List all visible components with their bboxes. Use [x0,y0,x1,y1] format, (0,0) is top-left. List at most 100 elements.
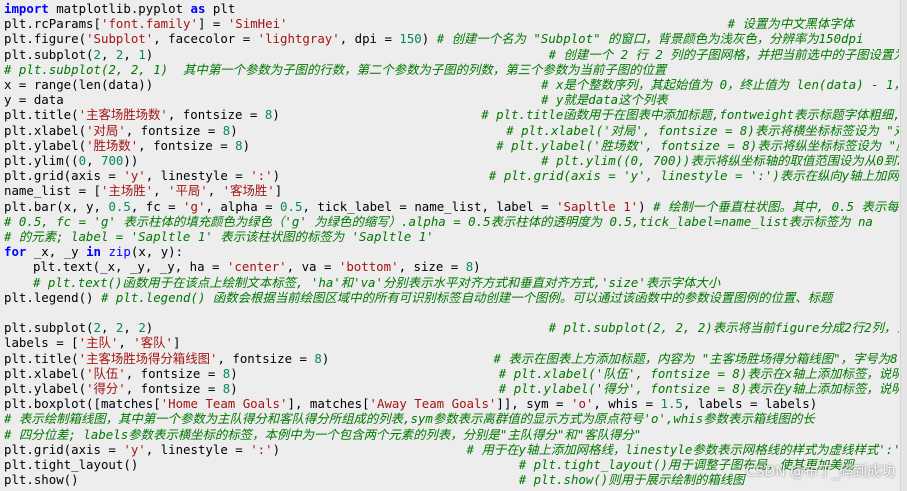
code-text: plt.xlabel( [4,365,87,381]
alignment-space [153,77,541,92]
code-line[interactable]: plt.grid(axis = 'y', linestyle = ':') # … [4,168,899,183]
code-line[interactable]: plt.ylim((0, 700)) # plt.ylim((0, 700))表… [4,153,899,168]
string-literal: 'bottom' [338,259,399,275]
code-line[interactable]: plt.rcParams['font.family'] = 'SimHei' #… [4,16,899,31]
string-literal: 'center' [226,259,287,275]
code-line[interactable]: plt.title('主客场胜场得分箱线图', fontsize = 8) # … [4,351,899,366]
code-text: ) [473,259,481,275]
code-text: plt.ylim(( [4,153,79,168]
csdn-watermark: CSDN @布丁_码到成功 [745,464,895,480]
code-line[interactable]: labels = ['主队', '客队'] [4,335,899,350]
number-literal: 150 [399,31,422,47]
string-literal: 'o' [570,396,594,412]
code-text: , fontsize = [167,107,265,123]
string-literal: 'Away Team Goals' [369,396,497,412]
alignment-space [288,16,728,31]
keyword: for [4,244,27,260]
code-line[interactable]: plt.legend() # plt.legend() 函数会根据当前绘图区域中… [4,290,899,305]
code-text: y = data [4,92,64,108]
code-text: plt.title( [4,350,79,366]
string-literal: '主场胜' [100,183,154,199]
code-line[interactable]: plt.ylabel('得分', fontsize = 8) # plt.yla… [4,381,899,396]
code-text: , fontsize = [125,122,223,138]
comment: # 设置为中文黑体字体 [727,16,855,32]
code-line[interactable] [4,305,899,320]
code-text: , [123,320,139,336]
comment: # plt.subplot(2, 2, 2)表示将当前figure分成2行2列，… [548,320,899,336]
string-literal: ':' [250,168,273,184]
code-line[interactable]: plt.figure('Subplot', facecolor = 'light… [4,31,899,46]
alignment-space [329,351,493,366]
code-line[interactable]: # plt.text()函数用于在该点上绘制文本标签, 'ha'和'va'分别表… [4,275,899,290]
alignment-space [153,47,548,62]
string-literal: '主队' [78,335,119,351]
code-text: ] = [197,16,228,32]
code-text: ) [638,198,654,214]
code-line[interactable]: # 四分位差; labels参数表示横坐标的标签，本例中为一个包含两个元素的列表… [4,427,899,442]
code-line[interactable]: import matplotlib.pyplot as plt [4,1,899,16]
code-line[interactable]: plt.title('主客场胜场数', fontsize = 8) # plt.… [4,107,899,122]
code-text: plt.ylabel( [4,137,87,153]
comment: # plt.legend() 函数会根据当前绘图区域中的所有可识别标签自动创建一… [100,289,833,305]
code-text: plt.grid(axis = [4,441,124,457]
code-text: , [101,46,116,62]
code-text: )) [123,153,139,168]
code-text: , size = [398,259,466,275]
code-text: ) [230,365,238,381]
code-text: , dpi = [339,31,400,47]
code-text: , labels = labels) [682,396,818,412]
code-line[interactable]: plt.bar(x, y, 0.5, fc = 'g', alpha = 0.5… [4,199,899,214]
code-text: , fontsize = [125,381,223,396]
code-text: , tick_label = name_list, label = [302,198,557,214]
string-literal: '得分' [86,381,126,396]
code-line[interactable]: plt.grid(axis = 'y', linestyle = ':') # … [4,442,899,457]
number-literal: 8 [235,137,243,153]
code-text: plt.subplot( [4,46,94,62]
code-line[interactable]: plt.text(_x, _y, _y, ha = 'center', va =… [4,259,899,274]
code-text: ) [230,122,238,138]
string-literal: '主客场胜场得分箱线图' [78,350,218,366]
code-text: plt.subplot( [4,320,94,336]
code-text: labels = [ [4,335,79,351]
comment: # 用于在y轴上添加网格线，linestyle参数表示网格线的样式为虚线样式':… [466,441,899,457]
string-literal: '客场胜' [222,183,275,199]
string-literal: '主客场胜场数' [78,107,168,123]
code-text: plt.show() [4,472,79,488]
code-line[interactable]: y = data # y就是data这个列表 [4,92,899,107]
comment: # 绘制一个垂直柱状图。其中, 0.5 表示每个 [653,198,899,214]
code-line[interactable]: plt.ylabel('胜场数', fontsize = 8) # plt.yl… [4,138,899,153]
code-text: matplotlib.pyplot [48,1,191,16]
comment: # plt.ylabel('得分', fontsize = 8)表示在y轴上添加… [498,381,899,396]
string-literal: 'SimHei' [227,16,288,32]
code-text: , fontsize = [138,137,236,153]
string-literal: 'font.family' [100,16,198,32]
alignment-space [280,442,467,457]
code-line[interactable]: plt.subplot(2, 2, 2) # plt.subplot(2, 2,… [4,320,899,335]
code-text: name_list = [ [4,183,101,199]
vertical-scrollbar[interactable] [900,0,907,491]
code-line[interactable]: # 表示绘制箱线图，其中第一个参数为主队得分和客队得分所组成的列表,sym参数表… [4,411,899,426]
code-line[interactable]: # plt.subplot(2, 2, 1) 其中第一个参数为子图的行数，第二个… [4,62,899,77]
code-text: plt.figure( [4,31,87,47]
code-line[interactable]: name_list = ['主场胜', '平局', '客场胜'] [4,183,899,198]
code-editor[interactable]: import matplotlib.pyplot as plt plt.rcPar… [0,0,907,491]
code-line[interactable]: plt.xlabel('队伍', fontsize = 8) # plt.xla… [4,366,899,381]
code-line[interactable]: plt.xlabel('对局', fontsize = 8) # plt.xla… [4,123,899,138]
code-line[interactable]: # 0.5, fc = 'g' 表示柱体的填充颜色为绿色（'g' 为绿色的缩写）… [4,214,899,229]
comment: # plt.ylim((0, 700))表示将纵坐标轴的取值范围设为从0到700 [541,153,899,168]
comment: # 0.5, fc = 'g' 表示柱体的填充颜色为绿色（'g' 为绿色的缩写）… [4,213,873,229]
code-line[interactable]: # 的元素; label = 'Sapltle 1' 表示该柱状图的标签为 'S… [4,229,899,244]
string-literal: '队伍' [86,365,126,381]
code-line[interactable]: plt.boxplot([matches['Home Team Goals'],… [4,396,899,411]
code-text: , fontsize = [125,365,223,381]
code-text: , fc = [130,198,184,214]
string-literal: 'y' [123,168,146,184]
alignment-space [153,320,548,335]
code-line[interactable]: for _x, _y in zip(x, y): [4,244,899,259]
code-text: , [153,183,168,199]
code-text: , alpha = [205,198,281,214]
code-line[interactable]: plt.subplot(2, 2, 1) # 创建一个 2 行 2 列的子图网格… [4,47,899,62]
code-text: plt.grid(axis = [4,168,124,184]
alignment-space [238,381,499,396]
code-line[interactable]: x = range(len(data)) # x是个整数序列，其起始值为 0，终… [4,77,899,92]
